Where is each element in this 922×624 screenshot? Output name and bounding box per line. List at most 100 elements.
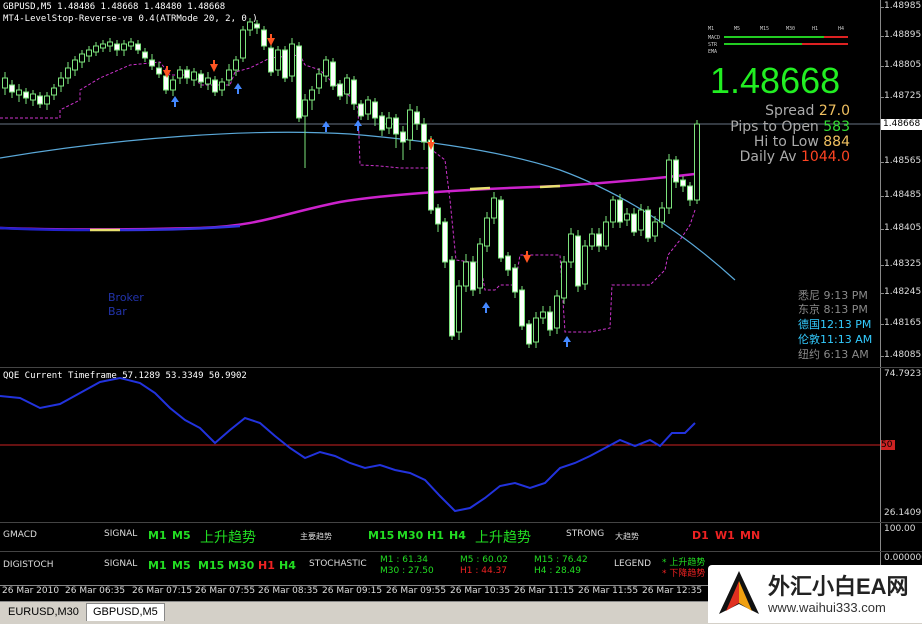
- candle: [554, 295, 560, 329]
- mini-trend-panel: M1 M5 M15 M30 H1 H4 MACD STR EMA: [706, 26, 852, 56]
- candle: [170, 79, 176, 91]
- blue-moving-average: [0, 131, 736, 281]
- digistoch-stochastic-label: STOCHASTIC: [309, 559, 367, 569]
- candle: [23, 91, 29, 99]
- gmacd-w1: W1: [715, 529, 735, 542]
- qqe-max-label: 74.7923: [884, 369, 922, 379]
- digistoch-m15: M15: [198, 559, 225, 572]
- qqe-title: QQE Current Timeframe 57.1289 53.3349 50…: [3, 371, 247, 381]
- candle: [533, 317, 539, 343]
- qqe-canvas: [0, 376, 880, 513]
- tz-germany: 德国12:13 PM: [798, 318, 872, 331]
- qqe-mid-label: 50: [881, 440, 895, 450]
- candle: [330, 61, 336, 87]
- gmacd-signal-label: SIGNAL: [104, 529, 138, 539]
- digistoch-legend-label: LEGEND: [614, 559, 652, 569]
- candle: [526, 323, 532, 345]
- candle: [400, 131, 406, 143]
- time-label: 26 Mar 09:55: [386, 586, 447, 596]
- candle: [575, 235, 581, 287]
- candle: [302, 99, 308, 117]
- candle: [93, 45, 99, 53]
- candle: [233, 59, 239, 71]
- candle: [240, 29, 246, 59]
- digistoch-h1: H1: [258, 559, 275, 572]
- candle: [365, 99, 371, 115]
- stoch-m15: M15 : 76.42: [534, 555, 588, 565]
- candle: [456, 285, 462, 333]
- watermark-url: www.waihui333.com: [768, 600, 886, 615]
- candle: [519, 289, 525, 327]
- bar-label: Bar: [108, 305, 127, 318]
- time-label: 26 Mar 10:35: [450, 586, 511, 596]
- candle: [58, 77, 64, 87]
- candle: [547, 311, 553, 331]
- price-label: 1.48405: [884, 223, 922, 233]
- candle: [470, 261, 476, 291]
- time-label: 26 Mar 11:55: [578, 586, 639, 596]
- qqe-min-label: 26.1409: [884, 508, 922, 518]
- tab-eurusd-m30[interactable]: EURUSD,M30: [2, 604, 85, 621]
- candle: [261, 29, 267, 47]
- gmacd-m1: M1: [148, 529, 167, 542]
- candle: [44, 95, 50, 105]
- time-label: 26 Mar 07:15: [132, 586, 193, 596]
- price-label: 1.48725: [884, 91, 922, 101]
- current-price-marker: 1.48668: [881, 119, 922, 130]
- candle: [219, 81, 225, 91]
- candle: [205, 77, 211, 85]
- candle: [358, 103, 364, 117]
- gmacd-h4: H4: [449, 529, 466, 542]
- candle: [617, 199, 623, 223]
- digistoch-right-label: 0.000000: [884, 553, 922, 563]
- candle: [51, 87, 57, 96]
- mini-row-macd: MACD: [708, 35, 721, 41]
- tab-gbpusd-m5[interactable]: GBPUSD,M5: [86, 603, 165, 621]
- gmacd-panel[interactable]: GMACD SIGNAL M1 M5 上升趋势 主要趋势 M15 M30 H1 …: [0, 522, 922, 552]
- price-label: 1.48165: [884, 318, 922, 328]
- candle: [687, 185, 693, 201]
- price-label: 1.48245: [884, 287, 922, 297]
- candle: [323, 59, 329, 77]
- candle: [414, 111, 420, 125]
- gmacd-name: GMACD: [3, 530, 37, 540]
- tz-newyork: 纽约 6:13 AM: [798, 348, 869, 361]
- digistoch-m30: M30: [228, 559, 255, 572]
- watermark-logo: 外汇小白EA网 www.waihui333.com: [708, 565, 922, 623]
- gmacd-right-label: 100.00: [884, 524, 916, 534]
- candle: [344, 77, 350, 95]
- time-label: 26 Mar 06:35: [65, 586, 126, 596]
- candle: [449, 259, 455, 337]
- stoch-m1: M1 : 61.34: [380, 555, 429, 565]
- time-label: 26 Mar 08:35: [258, 586, 319, 596]
- stoch-m30: M30 : 27.50: [380, 566, 434, 576]
- candle: [289, 43, 295, 77]
- candle: [16, 89, 22, 96]
- candle: [666, 159, 672, 209]
- qqe-panel[interactable]: QQE Current Timeframe 57.1289 53.3349 50…: [0, 367, 922, 523]
- candle: [337, 83, 343, 97]
- candle: [428, 139, 434, 211]
- candle: [589, 233, 595, 247]
- indicator-info: MT4-LevelStop-Reverse-vв 0.4(ATRMode 20,…: [3, 14, 258, 24]
- gmacd-main-trend: 主要趋势: [300, 532, 332, 541]
- candle: [79, 53, 85, 63]
- candle: [491, 197, 497, 219]
- candle: [652, 221, 658, 237]
- candle: [275, 49, 281, 71]
- candle: [407, 109, 413, 141]
- candle: [2, 77, 8, 89]
- candle: [659, 207, 665, 223]
- price-label: 1.48985: [884, 1, 922, 11]
- mini-row-ema: EMA: [708, 49, 718, 55]
- gmacd-big-trend: 大趋势: [615, 532, 639, 541]
- candle: [645, 209, 651, 239]
- price-label: 1.48485: [884, 190, 922, 200]
- candle: [463, 261, 469, 287]
- main-chart[interactable]: GBPUSD,M5 1.48486 1.48668 1.48480 1.4866…: [0, 0, 922, 367]
- digistoch-m5: M5: [172, 559, 191, 572]
- candle: [72, 59, 78, 71]
- candle: [596, 233, 602, 247]
- candle: [435, 207, 441, 225]
- candle: [9, 84, 15, 93]
